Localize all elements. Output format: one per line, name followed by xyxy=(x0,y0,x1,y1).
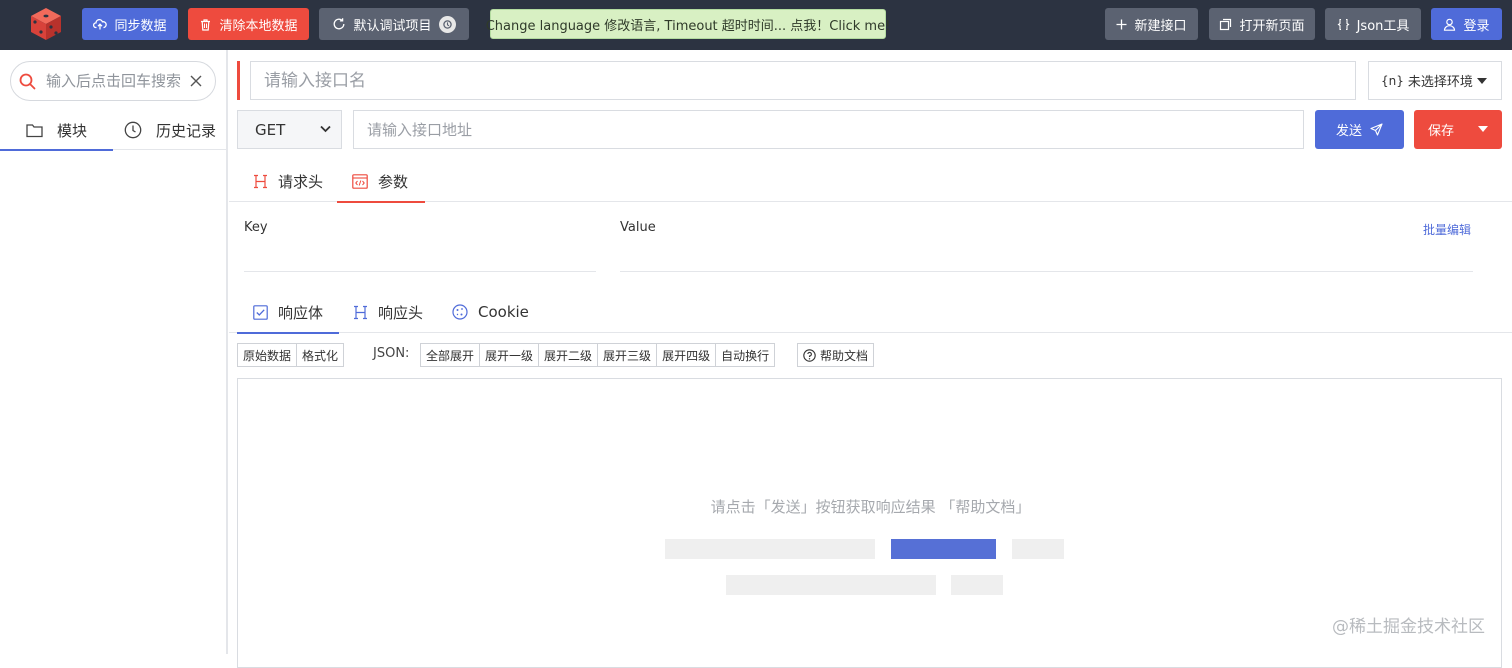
params-key-header: Key xyxy=(244,220,268,235)
view-mode-group: 原始数据 格式化 xyxy=(237,343,345,367)
watermark: @稀土掘金技术社区 xyxy=(1332,617,1485,637)
sidebar-tab-label: 模块 xyxy=(57,121,88,140)
expand-level-4-button[interactable]: 展开四级 xyxy=(656,343,717,367)
json-label: JSON: xyxy=(373,346,410,361)
project-status-icon xyxy=(438,15,456,33)
save-button[interactable]: 保存 xyxy=(1414,110,1502,149)
tab-label: 参数 xyxy=(378,172,409,191)
code-window-icon xyxy=(352,173,368,189)
format-button[interactable]: 格式化 xyxy=(296,343,345,367)
sidebar: 模块 历史记录 xyxy=(0,50,228,654)
help-docs-button[interactable]: 帮助文档 xyxy=(797,343,875,367)
request-tabs: 请求头 参数 xyxy=(229,160,1512,203)
heading-icon xyxy=(254,174,267,188)
tab-label: Cookie xyxy=(478,303,529,321)
help-docs-label: 帮助文档 xyxy=(820,348,869,363)
chevron-down-icon xyxy=(320,125,331,133)
clock-icon xyxy=(124,121,142,139)
close-icon[interactable] xyxy=(187,72,205,90)
user-icon xyxy=(1444,18,1456,31)
new-api-button[interactable]: 新建接口 xyxy=(1105,8,1198,40)
response-tabs: 响应体 响应头 Cookie xyxy=(229,291,1512,334)
skeleton-bar xyxy=(951,575,1003,595)
tab-cookie[interactable]: Cookie xyxy=(452,291,529,333)
expand-level-3-button[interactable]: 展开三级 xyxy=(597,343,658,367)
skeleton-bar-accent xyxy=(891,539,996,559)
tab-label: 响应头 xyxy=(378,303,424,322)
folder-icon xyxy=(26,123,43,137)
heading-icon xyxy=(354,305,367,319)
value-input-underline[interactable] xyxy=(620,271,1473,272)
login-button[interactable]: 登录 xyxy=(1431,8,1502,40)
save-label: 保存 xyxy=(1428,124,1455,139)
help-group: 帮助文档 xyxy=(797,343,875,367)
trash-icon xyxy=(201,18,211,31)
tab-response-headers[interactable]: 响应头 xyxy=(353,291,423,333)
sidebar-tab-modules[interactable]: 模块 xyxy=(0,110,114,151)
json-expand-group: 全部展开 展开一级 展开二级 展开三级 展开四级 自动换行 xyxy=(420,343,776,367)
default-project-button[interactable]: 默认调试项目 xyxy=(319,8,469,40)
method-select[interactable]: GET xyxy=(237,110,342,149)
tab-label: 请求头 xyxy=(278,172,324,191)
clear-local-data-button[interactable]: 清除本地数据 xyxy=(188,8,309,40)
skeleton-bar xyxy=(665,539,875,559)
json-tool-label: Json工具 xyxy=(1356,18,1410,34)
dice-logo-icon xyxy=(31,8,61,40)
sync-data-label: 同步数据 xyxy=(114,18,167,34)
caret-down-icon[interactable] xyxy=(1478,126,1488,132)
cloud-upload-icon xyxy=(93,18,108,30)
cookie-icon xyxy=(452,304,468,320)
expand-level-2-button[interactable]: 展开二级 xyxy=(538,343,599,367)
top-bar: 同步数据 清除本地数据 默认调试项目 Change language 修改语言,… xyxy=(0,0,1512,50)
response-body-panel: 请点击「发送」按钮获取响应结果 「帮助文档」 xyxy=(237,378,1502,668)
api-name-input[interactable] xyxy=(250,61,1356,100)
expand-all-button[interactable]: 全部展开 xyxy=(420,343,481,367)
empty-response-message: 请点击「发送」按钮获取响应结果 「帮助文档」 xyxy=(710,498,1031,516)
sidebar-tab-history[interactable]: 历史记录 xyxy=(124,110,216,150)
open-new-page-button[interactable]: 打开新页面 xyxy=(1209,8,1315,40)
plus-icon xyxy=(1116,19,1127,29)
checkbox-icon xyxy=(253,304,268,320)
sidebar-tab-label: 历史记录 xyxy=(156,121,217,140)
caret-down-icon xyxy=(1477,77,1487,84)
word-wrap-button[interactable]: 自动换行 xyxy=(715,343,776,367)
braces-icon xyxy=(1337,18,1350,30)
search-icon xyxy=(19,73,36,89)
raw-data-button[interactable]: 原始数据 xyxy=(237,343,298,367)
skeleton-bar xyxy=(1012,539,1064,559)
method-value: GET xyxy=(255,120,286,139)
environment-label: 未选择环境 xyxy=(1407,75,1473,90)
login-label: 登录 xyxy=(1463,18,1490,34)
clear-local-data-label: 清除本地数据 xyxy=(219,18,298,34)
tab-params[interactable]: 参数 xyxy=(336,160,426,203)
sidebar-search xyxy=(10,61,216,101)
skeleton-bar xyxy=(726,575,936,595)
default-project-label: 默认调试项目 xyxy=(353,18,432,34)
send-label: 发送 xyxy=(1335,124,1362,139)
batch-edit-link[interactable]: 批量编辑 xyxy=(1423,221,1471,238)
search-input[interactable] xyxy=(46,72,186,90)
copy-window-icon xyxy=(1220,18,1232,30)
key-input-underline[interactable] xyxy=(244,271,596,272)
tab-label: 响应体 xyxy=(278,303,324,322)
name-accent-bar xyxy=(237,61,240,100)
refresh-icon xyxy=(334,18,345,30)
paper-plane-icon xyxy=(1370,123,1383,136)
tab-response-body[interactable]: 响应体 xyxy=(236,291,340,334)
new-api-label: 新建接口 xyxy=(1134,18,1187,34)
json-tool-button[interactable]: Json工具 xyxy=(1325,8,1421,40)
variable-icon: {n} xyxy=(1381,73,1404,88)
environment-select[interactable]: {n} 未选择环境 xyxy=(1368,61,1502,100)
sync-data-button[interactable]: 同步数据 xyxy=(82,8,178,40)
open-new-page-label: 打开新页面 xyxy=(1239,18,1305,34)
send-button[interactable]: 发送 xyxy=(1315,110,1404,149)
tab-request-headers[interactable]: 请求头 xyxy=(253,160,323,202)
params-value-header: Value xyxy=(620,220,656,235)
help-circle-icon xyxy=(803,348,816,362)
expand-level-1-button[interactable]: 展开一级 xyxy=(479,343,540,367)
api-url-input[interactable] xyxy=(353,110,1304,149)
sidebar-tabs: 模块 历史记录 xyxy=(0,110,226,151)
language-timeout-notice[interactable]: Change language 修改语言, Timeout 超时时间... 点我… xyxy=(486,9,890,39)
